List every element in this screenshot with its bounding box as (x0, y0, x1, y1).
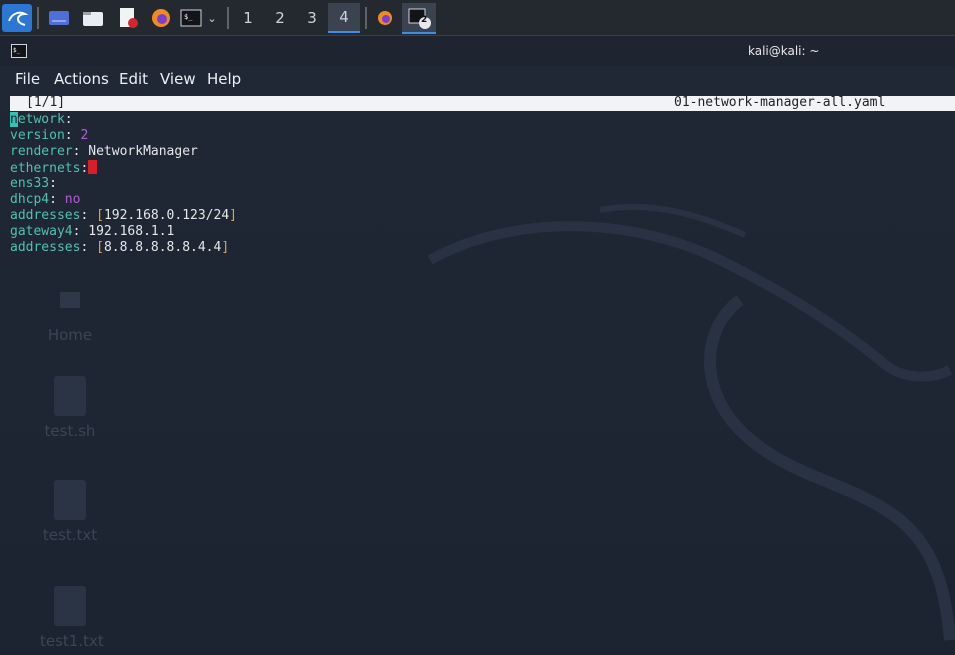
buffer-indicator: [1/1] (26, 95, 66, 110)
desktop-icon-label: test.sh (44, 422, 96, 440)
svg-text:$_: $_ (184, 13, 193, 21)
yaml-key: gateway4 (10, 224, 73, 239)
yaml-value: 192.168.1.1 (88, 224, 175, 239)
terminal-window-count-badge: 2 (421, 15, 428, 25)
yaml-bracket-open: [ (96, 208, 104, 223)
text-file-icon (54, 586, 86, 626)
file-manager-button[interactable] (80, 4, 106, 32)
editor-content[interactable]: network: version: 2 renderer: NetworkMan… (10, 112, 237, 256)
file-name: 01-network-manager-all.yaml (674, 95, 886, 110)
chevron-down-icon: ⌄ (207, 11, 217, 25)
yaml-colon: : (64, 112, 73, 127)
yaml-key: addresses (10, 208, 81, 223)
yaml-colon: : (80, 208, 89, 223)
text-editor-icon (120, 8, 138, 28)
taskbar-separator (37, 7, 39, 29)
firefox-button[interactable] (148, 4, 174, 32)
home-icon (54, 280, 86, 320)
desktop-icon-label: test.txt (42, 526, 98, 544)
workspace-2-button[interactable]: 2 (264, 3, 296, 33)
window-title: kali@kali: ~ (748, 44, 820, 58)
menu-edit[interactable]: Edit (119, 70, 148, 88)
yaml-value: 8.8.8.8.8.8.4.4 (103, 240, 222, 255)
workspace-4-button[interactable]: 4 (328, 3, 360, 33)
yaml-value: 192.168.0.123/24 (103, 208, 230, 223)
editor-line: gateway4: 192.168.1.1 (10, 224, 237, 240)
yaml-key: renderer (10, 144, 73, 159)
text-cursor: n (10, 112, 18, 127)
editor-line: renderer: NetworkManager (10, 144, 237, 160)
text-file-icon (54, 480, 86, 520)
folder-icon (83, 12, 103, 26)
yaml-colon: : (80, 161, 89, 176)
text-editor-button[interactable] (115, 4, 141, 32)
desktop-icon-label: test1.txt (40, 632, 104, 650)
workspace-3-button[interactable]: 3 (296, 3, 328, 33)
yaml-value: no (64, 192, 81, 207)
menu-actions[interactable]: Actions (54, 70, 109, 88)
editor-line: ens33: (10, 176, 237, 192)
menu-bar: File Actions Edit View Help (0, 66, 955, 92)
yaml-colon: : (72, 144, 81, 159)
yaml-value: NetworkManager (88, 144, 198, 159)
menu-help[interactable]: Help (207, 70, 241, 88)
menu-view[interactable]: View (160, 70, 196, 88)
trailing-whitespace-marker (88, 160, 98, 174)
menu-file[interactable]: File (15, 70, 40, 88)
taskbar-separator (227, 7, 229, 29)
terminal-window-button[interactable]: 2 (402, 3, 436, 34)
yaml-colon: : (49, 176, 57, 191)
terminal-icon: $_ (180, 9, 202, 27)
editor-line: network: (10, 112, 237, 128)
firefox-window-button[interactable] (372, 4, 398, 32)
yaml-colon: : (64, 128, 73, 143)
desktop-icon (49, 11, 69, 25)
yaml-value: 2 (80, 128, 89, 143)
firefox-icon (152, 9, 170, 27)
kali-menu-button[interactable] (2, 4, 32, 32)
yaml-bracket-open: [ (96, 240, 104, 255)
yaml-key: version (10, 128, 65, 143)
show-desktop-button[interactable] (46, 4, 72, 32)
yaml-key: addresses (10, 240, 81, 255)
editor-line: addresses: [192.168.0.123/24] (10, 208, 237, 224)
yaml-colon: : (49, 192, 57, 207)
desktop-icon-test-txt[interactable]: test.txt (40, 480, 100, 544)
nano-title-bar: [1/1] 01-network-manager-all.yaml (10, 95, 955, 111)
editor-line: ethernets: (10, 160, 237, 176)
yaml-colon: : (72, 224, 81, 239)
terminal-launcher-button[interactable]: $_ (179, 4, 203, 32)
terminal-dropdown-button[interactable]: ⌄ (204, 4, 220, 32)
desktop-icon-home[interactable]: Home (40, 280, 100, 344)
kali-logo-icon (8, 11, 28, 26)
editor-line: addresses: [8.8.8.8.8.8.4.4] (10, 240, 237, 256)
script-file-icon (54, 376, 86, 416)
workspace-1-button[interactable]: 1 (232, 3, 264, 33)
terminal-icon (408, 8, 431, 29)
yaml-key: etwork (17, 112, 65, 127)
window-titlebar[interactable]: $_ kali@kali: ~ (0, 36, 955, 66)
yaml-bracket-close: ] (221, 240, 230, 255)
taskbar-separator (365, 7, 367, 29)
desktop-icon-test-sh[interactable]: test.sh (40, 376, 100, 440)
firefox-icon (378, 11, 392, 25)
yaml-key: ethernets (10, 161, 81, 176)
yaml-bracket-close: ] (229, 208, 237, 223)
desktop-icon-label: Home (47, 326, 93, 344)
taskbar: $_ ⌄ 1 2 3 4 2 (0, 0, 955, 36)
yaml-key: ens33 (10, 176, 50, 191)
yaml-colon: : (80, 240, 89, 255)
yaml-key: dhcp4 (10, 192, 50, 207)
editor-line: version: 2 (10, 128, 237, 144)
desktop-icon-test1-txt[interactable]: test1.txt (40, 586, 104, 650)
editor-line: dhcp4: no (10, 192, 237, 208)
